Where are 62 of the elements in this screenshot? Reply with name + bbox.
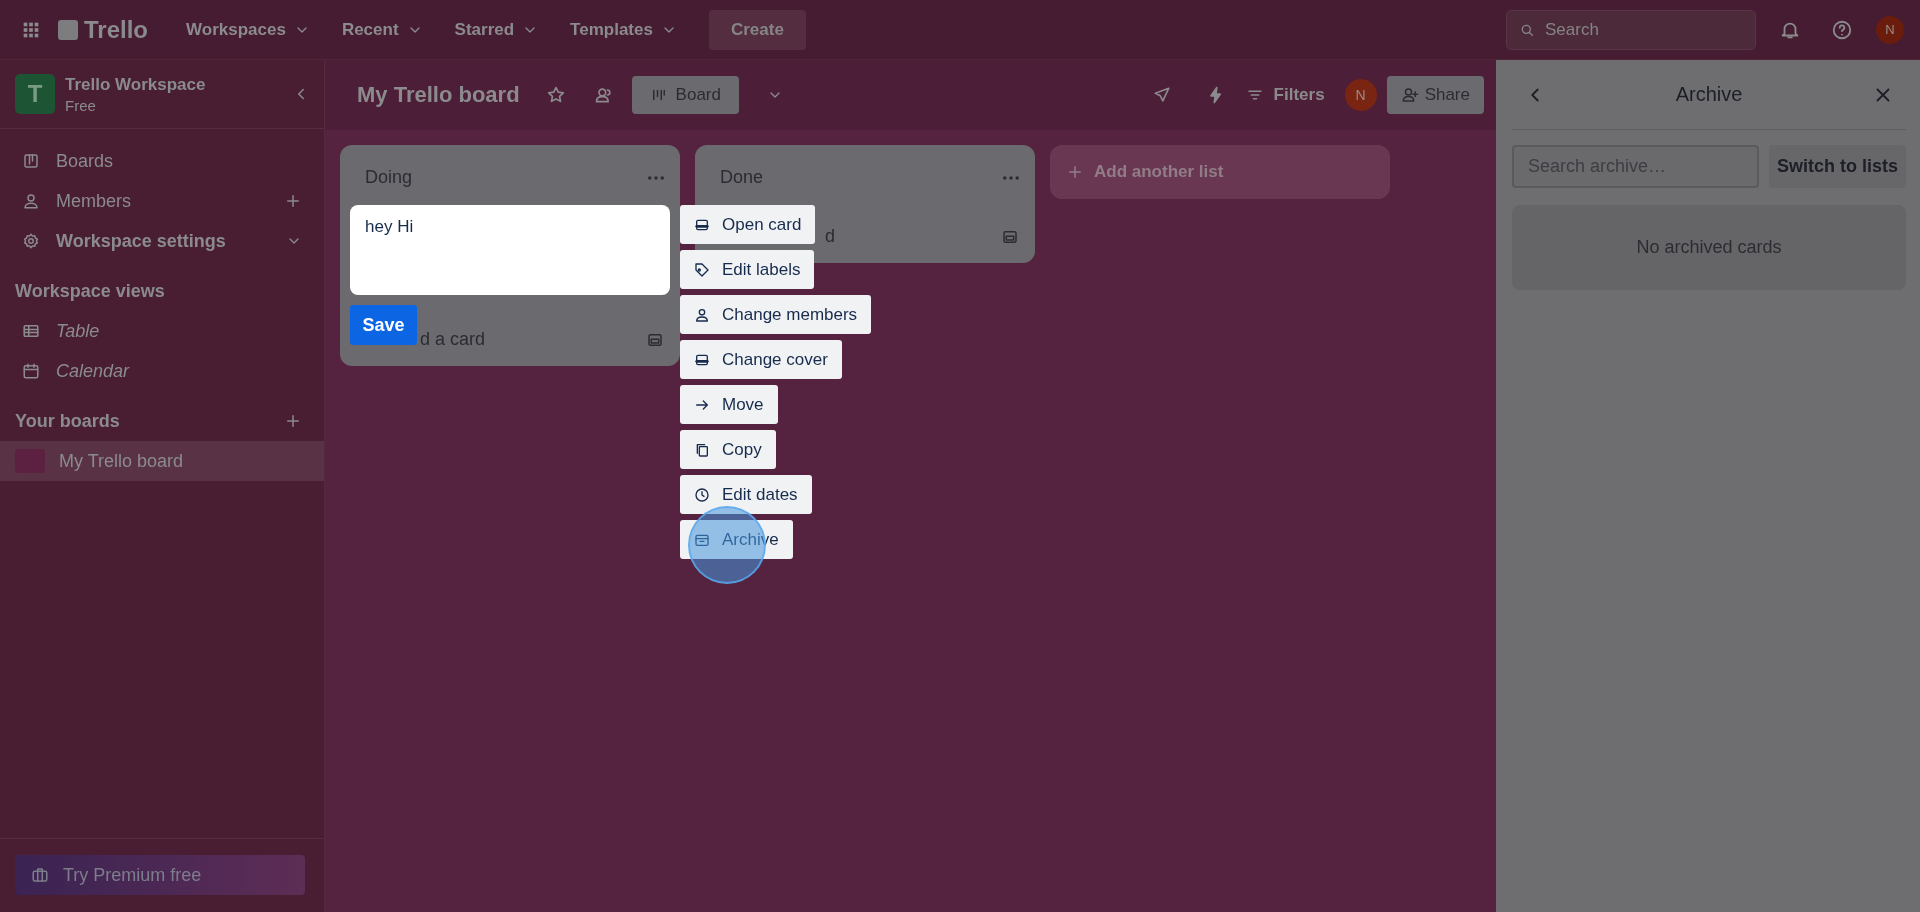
sidebar-item[interactable]: Calendar <box>0 351 324 391</box>
section-heading: Workspace views <box>15 280 165 302</box>
nav-menu[interactable]: Starred <box>442 11 551 48</box>
nav-menu[interactable]: Templates <box>558 11 689 48</box>
board-item[interactable]: My Trello board <box>0 441 324 481</box>
section-heading: Your boards <box>15 410 120 432</box>
star-icon <box>545 85 566 105</box>
card-text-field[interactable]: hey Hi <box>350 205 670 295</box>
workspace-avatar: T <box>15 74 55 114</box>
filters-button[interactable]: Filters <box>1235 77 1335 113</box>
more-icon[interactable] <box>1003 175 1019 180</box>
card-action-button[interactable]: Edit labels <box>680 250 815 289</box>
create-button[interactable]: Create <box>708 9 806 50</box>
board-view-button[interactable]: Board <box>631 76 739 114</box>
search-field[interactable]: Search <box>1506 9 1756 50</box>
share-button[interactable]: Share <box>1386 76 1484 114</box>
card-action-button[interactable]: Move <box>680 385 778 424</box>
card-action-button[interactable]: Edit dates <box>680 475 812 514</box>
switch-to-lists-button[interactable]: Switch to lists <box>1769 145 1907 188</box>
logo-icon <box>58 19 78 40</box>
card-action-button[interactable]: Change cover <box>680 340 842 379</box>
save-button[interactable]: Save <box>350 305 417 345</box>
premium-button[interactable]: Try Premium free <box>15 855 305 895</box>
clock-icon <box>694 486 710 503</box>
workspace-plan: Free <box>65 96 97 114</box>
nav-menu[interactable]: Workspaces <box>174 11 322 48</box>
sidebar-item[interactable]: Members <box>0 181 324 221</box>
more-icon[interactable] <box>648 175 664 180</box>
settings-icon <box>22 232 40 250</box>
sidebar-item[interactable]: Table <box>0 311 324 351</box>
copy-icon <box>694 441 710 458</box>
briefcase-icon <box>31 866 49 884</box>
help-icon <box>1831 18 1853 41</box>
logo-text[interactable]: Trello <box>84 15 149 44</box>
empty-message: No archived cards <box>1636 237 1782 258</box>
user-avatar[interactable]: N <box>1876 15 1904 44</box>
plus-icon <box>284 412 302 430</box>
card-action-button[interactable]: Copy <box>680 430 776 469</box>
member-avatar[interactable]: N <box>1344 79 1377 111</box>
person-icon <box>694 306 710 323</box>
list-title[interactable]: Done <box>720 167 764 188</box>
sidebar-item[interactable]: Boards <box>0 141 324 181</box>
person-icon <box>22 192 40 210</box>
list-title[interactable]: Doing <box>365 167 413 188</box>
card-action-button[interactable]: Open card <box>680 205 816 244</box>
board-icon <box>22 152 40 170</box>
add-card-button[interactable]: d a card <box>420 329 486 350</box>
tag-icon <box>694 261 710 278</box>
panel-title: Archive <box>1675 83 1743 106</box>
board-title[interactable]: My Trello board <box>357 82 520 108</box>
card-action-button[interactable]: Change members <box>680 295 872 334</box>
workspace-name: Trello Workspace <box>65 74 207 95</box>
sidebar-item[interactable]: Workspace settings <box>0 221 324 261</box>
calendar-icon <box>22 362 40 380</box>
plus-icon <box>1066 163 1084 181</box>
nav-menu[interactable]: Recent <box>329 11 435 48</box>
add-person-icon <box>1400 86 1419 104</box>
people-icon <box>593 85 614 105</box>
add-card-button[interactable]: d <box>825 226 835 247</box>
table-icon <box>22 322 40 340</box>
add-list-button[interactable]: Add another list <box>1050 145 1390 199</box>
plus-icon <box>284 192 302 210</box>
